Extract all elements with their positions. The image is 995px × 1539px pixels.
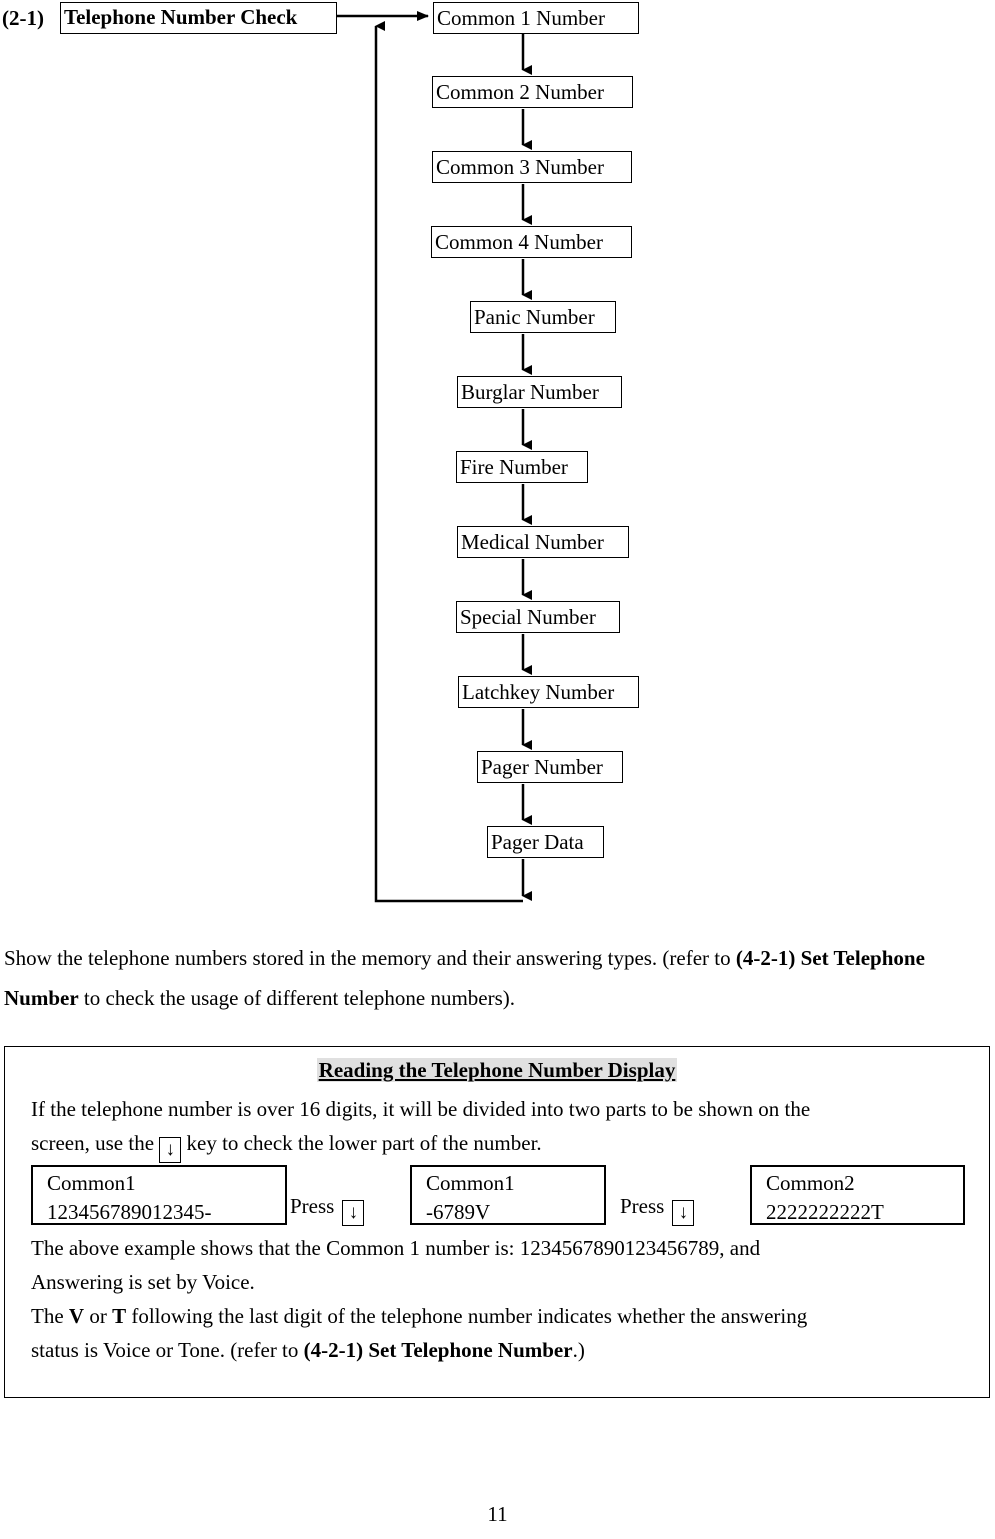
reading-display-callout: Reading the Telephone Number Display If … [4,1046,990,1398]
flow-node-special-number: Special Number [456,601,620,633]
callout-voice-flag: V [68,1304,85,1328]
lcd-display-3-line-1: Common2 [766,1171,855,1195]
flow-node-pager-data: Pager Data [487,826,604,858]
lcd-example-row: Common1 123456789012345- Press ↓ Common1 … [5,1165,991,1229]
lcd-display-1: Common1 123456789012345- [31,1165,287,1225]
lcd-display-3-line-2: 2222222222T [766,1200,884,1224]
callout-intro-line-2: screen, use the ↓ key to check the lower… [5,1126,989,1163]
flow-node-common-4-number: Common 4 Number [431,226,632,258]
press-label-2: Press [620,1194,665,1218]
callout-intro-text-c: key to check the lower part of the numbe… [186,1131,542,1155]
section-number: (2-1) [2,6,44,30]
flow-node-latchkey-number: Latchkey Number [458,676,639,708]
callout-explanation-line-2: Answering is set by Voice. [5,1265,989,1299]
callout-explanation-text-b: Answering is set by Voice. [31,1270,255,1294]
intro-text-part-2: to check the usage of different telephon… [78,986,516,1010]
callout-explanation-line-3: The V or T following the last digit of t… [5,1299,989,1333]
callout-ref-text-1: status is Voice or Tone. (refer to [31,1338,304,1362]
callout-vt-text-1: The [31,1304,69,1328]
flow-node-fire-number: Fire Number [456,451,588,483]
callout-explanation-line-4: status is Voice or Tone. (refer to (4-2-… [5,1333,989,1367]
lcd-display-3: Common2 2222222222T [750,1165,965,1225]
lcd-display-2-line-2: -6789V [426,1200,491,1224]
callout-vt-text-3: following the last digit of the telephon… [126,1304,808,1328]
callout-heading: Reading the Telephone Number Display [5,1056,989,1084]
flow-node-burglar-number: Burglar Number [457,376,622,408]
intro-paragraph: Show the telephone numbers stored in the… [4,938,988,1018]
callout-explanation-line-1: The above example shows that the Common … [5,1231,989,1265]
flow-node-common-2-number: Common 2 Number [432,76,633,108]
press-instruction-2: Press ↓ [620,1192,695,1226]
section-title-box: Telephone Number Check [60,2,337,34]
callout-tone-flag: T [112,1304,127,1328]
page-number: 11 [487,1502,508,1526]
callout-intro-line-1: If the telephone number is over 16 digit… [5,1092,989,1126]
down-arrow-key-icon: ↓ [342,1200,365,1226]
flow-node-common-1-number: Common 1 Number [433,2,639,34]
callout-vt-text-2: or [84,1304,113,1328]
down-arrow-key-icon: ↓ [159,1137,182,1163]
intro-text-part-1: Show the telephone numbers stored in the… [4,946,736,970]
callout-intro-text-b: screen, use the [31,1131,155,1155]
callout-reference-bold: (4-2-1) Set Telephone Number [303,1338,573,1362]
callout-heading-text: Reading the Telephone Number Display [316,1058,678,1082]
down-arrow-key-icon: ↓ [672,1200,695,1226]
callout-intro-text-a: If the telephone number is over 16 digit… [31,1097,811,1121]
lcd-display-1-line-2: 123456789012345- [47,1200,212,1224]
flow-node-medical-number: Medical Number [457,526,629,558]
callout-ref-text-2: .) [572,1338,585,1362]
lcd-display-1-line-1: Common1 [47,1171,136,1195]
press-label-1: Press [290,1194,335,1218]
lcd-display-2: Common1 -6789V [410,1165,606,1225]
flow-node-panic-number: Panic Number [470,301,616,333]
flowchart: (2-1) Telephone Number Check Common 1 Nu… [0,0,995,930]
press-instruction-1: Press ↓ [290,1192,365,1226]
lcd-display-2-line-1: Common1 [426,1171,515,1195]
flow-node-common-3-number: Common 3 Number [432,151,632,183]
callout-explanation-text-a: The above example shows that the Common … [31,1236,761,1260]
flow-node-pager-number: Pager Number [477,751,623,783]
